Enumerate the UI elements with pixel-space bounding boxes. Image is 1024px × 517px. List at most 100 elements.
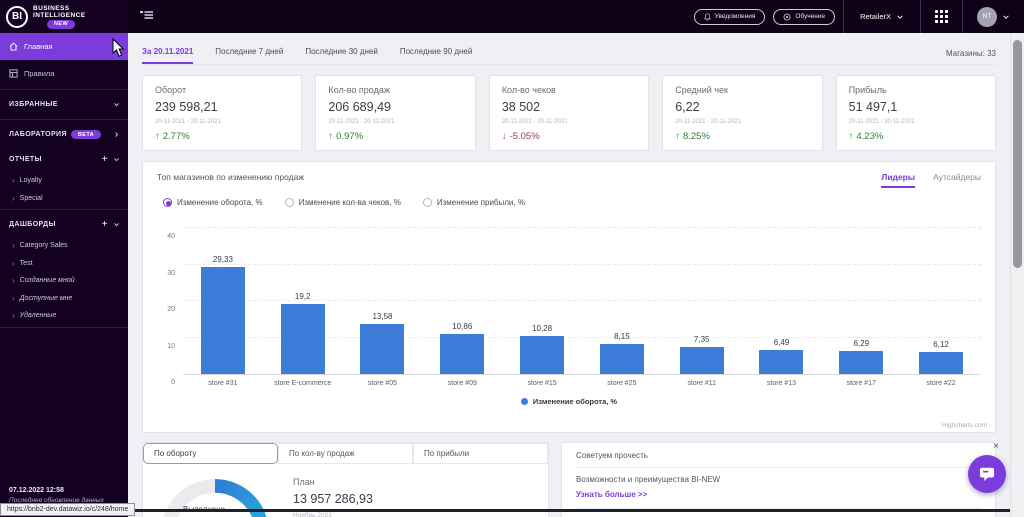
date-filter-tab-0[interactable]: За 20.11.2021	[142, 47, 194, 64]
bar-value-label: 6,49	[773, 338, 790, 348]
bar-store-05[interactable]	[360, 324, 405, 374]
retailer-name: RetailerX	[860, 12, 891, 21]
app-logo: BI BUSINESS INTELLIGENCE NEW	[0, 0, 128, 33]
training-button[interactable]: Обучение	[773, 8, 836, 25]
chat-icon	[979, 467, 995, 482]
sidebar-item-home[interactable]: Главная	[0, 33, 128, 60]
bar-chart: 0 10 20 30 40 29,33 19,2 13,58 10,86 10,28 8,15 7,…	[157, 227, 981, 387]
add-report-icon[interactable]: +	[102, 154, 108, 165]
sidebar-section-laboratory[interactable]: ЛАБОРАТОРИЯ BETA	[0, 122, 128, 147]
sidebar-item-test[interactable]: › Test	[0, 255, 128, 273]
reports-label: ОТЧЕТЫ	[9, 156, 42, 163]
bar-value-label: 19,2	[294, 291, 311, 301]
sidebar-item-удаленные[interactable]: › Удаленные	[0, 307, 128, 325]
user-avatar: NT	[977, 6, 997, 27]
bar-value-label: 8,15	[614, 332, 630, 342]
sidebar-item-category-sales[interactable]: › Category Sales	[0, 237, 128, 255]
chart-title: Топ магазинов по изменению продаж	[157, 172, 305, 182]
date-filter-tab-2[interactable]: Последние 30 дней	[305, 47, 378, 64]
x-axis-label: store #09	[447, 380, 477, 387]
bar-store-15[interactable]	[520, 336, 565, 374]
plan-tab-2[interactable]: По прибыли	[413, 443, 548, 464]
bar-column: 8,15	[582, 229, 662, 374]
chevron-right-icon: ›	[12, 276, 15, 286]
y-axis-tick: 30	[167, 269, 175, 277]
kpi-value: 6,22	[675, 100, 700, 114]
bar-store-17[interactable]	[839, 351, 884, 374]
bar-value-label: 10,28	[532, 324, 553, 334]
logo-line1: BUSINESS	[33, 4, 70, 12]
sidebar-item-rules-label: Правила	[24, 69, 55, 78]
sidebar-subitem-label: Test	[19, 259, 33, 267]
kpi-value: 51 497,1	[848, 100, 898, 114]
add-dashboard-icon[interactable]: +	[102, 219, 108, 230]
learn-more-link[interactable]: Узнать больше >>	[576, 490, 647, 499]
chevron-right-icon: ›	[12, 293, 15, 303]
training-label: Обучение	[795, 13, 826, 20]
scrollbar-thumb[interactable]	[1013, 40, 1022, 268]
arrow-up-icon: ↑	[155, 131, 160, 142]
status-bar-url: https://bnb2-dev.datawiz.io/c/248/home	[0, 503, 136, 516]
bar-store-E-commerce[interactable]	[280, 303, 325, 374]
chat-button[interactable]	[968, 455, 1006, 493]
kpi-change: ↑ 4.23%	[849, 131, 983, 142]
bar-store-31[interactable]	[200, 266, 245, 374]
laboratory-label: ЛАБОРАТОРИЯ	[9, 131, 67, 138]
chevron-right-icon: ›	[12, 176, 15, 186]
sidebar-item-loyalty[interactable]: › Loyalty	[0, 172, 128, 190]
tab-outsiders[interactable]: Аутсайдеры	[933, 172, 981, 188]
leader-tabs: Лидеры Аутсайдеры	[881, 172, 981, 188]
x-axis-label: store E-commerce	[274, 380, 332, 387]
article-title[interactable]: Возможности и преимущества BI-NEW	[576, 475, 981, 484]
logo-text: BUSINESS INTELLIGENCE NEW	[33, 5, 85, 29]
tab-leaders[interactable]: Лидеры	[881, 172, 916, 188]
notifications-button[interactable]: Уведомления	[693, 8, 766, 25]
last-update-time: 07.12.2022 12:58	[9, 487, 64, 494]
metric-radio-2[interactable]: Изменение прибыли, %	[422, 198, 525, 207]
kpi-change: ↑ 8.25%	[675, 131, 809, 142]
metric-radio-0[interactable]: Изменение оборота, %	[163, 198, 263, 207]
sidebar-item-special[interactable]: › Special	[0, 190, 128, 208]
highcharts-credit[interactable]: Highcharts.com	[942, 422, 987, 429]
top-stores-card: Топ магазинов по изменению продаж Лидеры…	[142, 161, 996, 433]
kpi-change-value: 0.97%	[336, 131, 364, 142]
sidebar-divider	[0, 326, 128, 328]
sidebar-section-reports[interactable]: ОТЧЕТЫ +	[0, 147, 128, 172]
plan-tab-1[interactable]: По кол-ву продаж	[278, 443, 413, 464]
kpi-period: 20-11-2021 - 20-11-2021	[328, 119, 395, 125]
bars-row: 29,33 19,2 13,58 10,86 10,28 8,15 7,35 6,49 6,29…	[183, 229, 981, 374]
bar-column: 19,2	[263, 229, 343, 374]
metric-radio-1[interactable]: Изменение кол-ва чеков, %	[284, 198, 401, 207]
sidebar-section-favorites[interactable]: ИЗБРАННЫЕ	[0, 92, 128, 117]
bar-column: 6,49	[742, 229, 822, 374]
date-filter-tab-1[interactable]: Последние 7 дней	[215, 47, 283, 64]
kpi-change-value: 2.77%	[162, 131, 190, 142]
bar-store-09[interactable]	[440, 334, 485, 374]
retailer-dropdown[interactable]: RetailerX	[844, 0, 920, 33]
bar-value-label: 6,29	[853, 339, 870, 349]
sidebar-item-доступные-мне[interactable]: › Доступные мне	[0, 290, 128, 308]
bar-store-13[interactable]	[759, 350, 804, 374]
chart-legend[interactable]: Изменение оборота, %	[157, 397, 981, 406]
bar-store-25[interactable]	[599, 344, 644, 374]
chevron-right-icon: ›	[12, 241, 15, 251]
collapse-sidebar-icon[interactable]	[140, 8, 154, 26]
sidebar-section-dashboards[interactable]: ДАШБОРДЫ +	[0, 212, 128, 237]
sidebar-item-созданные-мной[interactable]: › Созданные мной	[0, 272, 128, 290]
chat-close-icon[interactable]: ×	[993, 441, 999, 452]
home-icon	[9, 42, 18, 51]
bar-value-label: 6,12	[933, 339, 949, 349]
sidebar-item-rules[interactable]: Правила	[0, 60, 128, 87]
dashboards-list: › Category Sales › Test › Созданные мной › Дост…	[0, 237, 128, 325]
x-axis-label: store #22	[926, 380, 956, 387]
bar-column: 29,33	[183, 229, 263, 374]
advice-title: Советуем прочесть	[576, 451, 981, 468]
bar-store-11[interactable]	[679, 347, 724, 374]
apps-grid-icon[interactable]	[921, 10, 962, 23]
bar-store-22[interactable]	[919, 351, 964, 374]
article-item-0: Возможности и преимущества BI-NEW Узнать …	[576, 468, 981, 509]
user-menu[interactable]: NT	[963, 6, 1024, 27]
plan-tab-0[interactable]: По обороту	[143, 443, 278, 464]
date-filter-tab-3[interactable]: Последние 90 дней	[400, 47, 473, 64]
page-scrollbar[interactable]	[1010, 33, 1024, 517]
